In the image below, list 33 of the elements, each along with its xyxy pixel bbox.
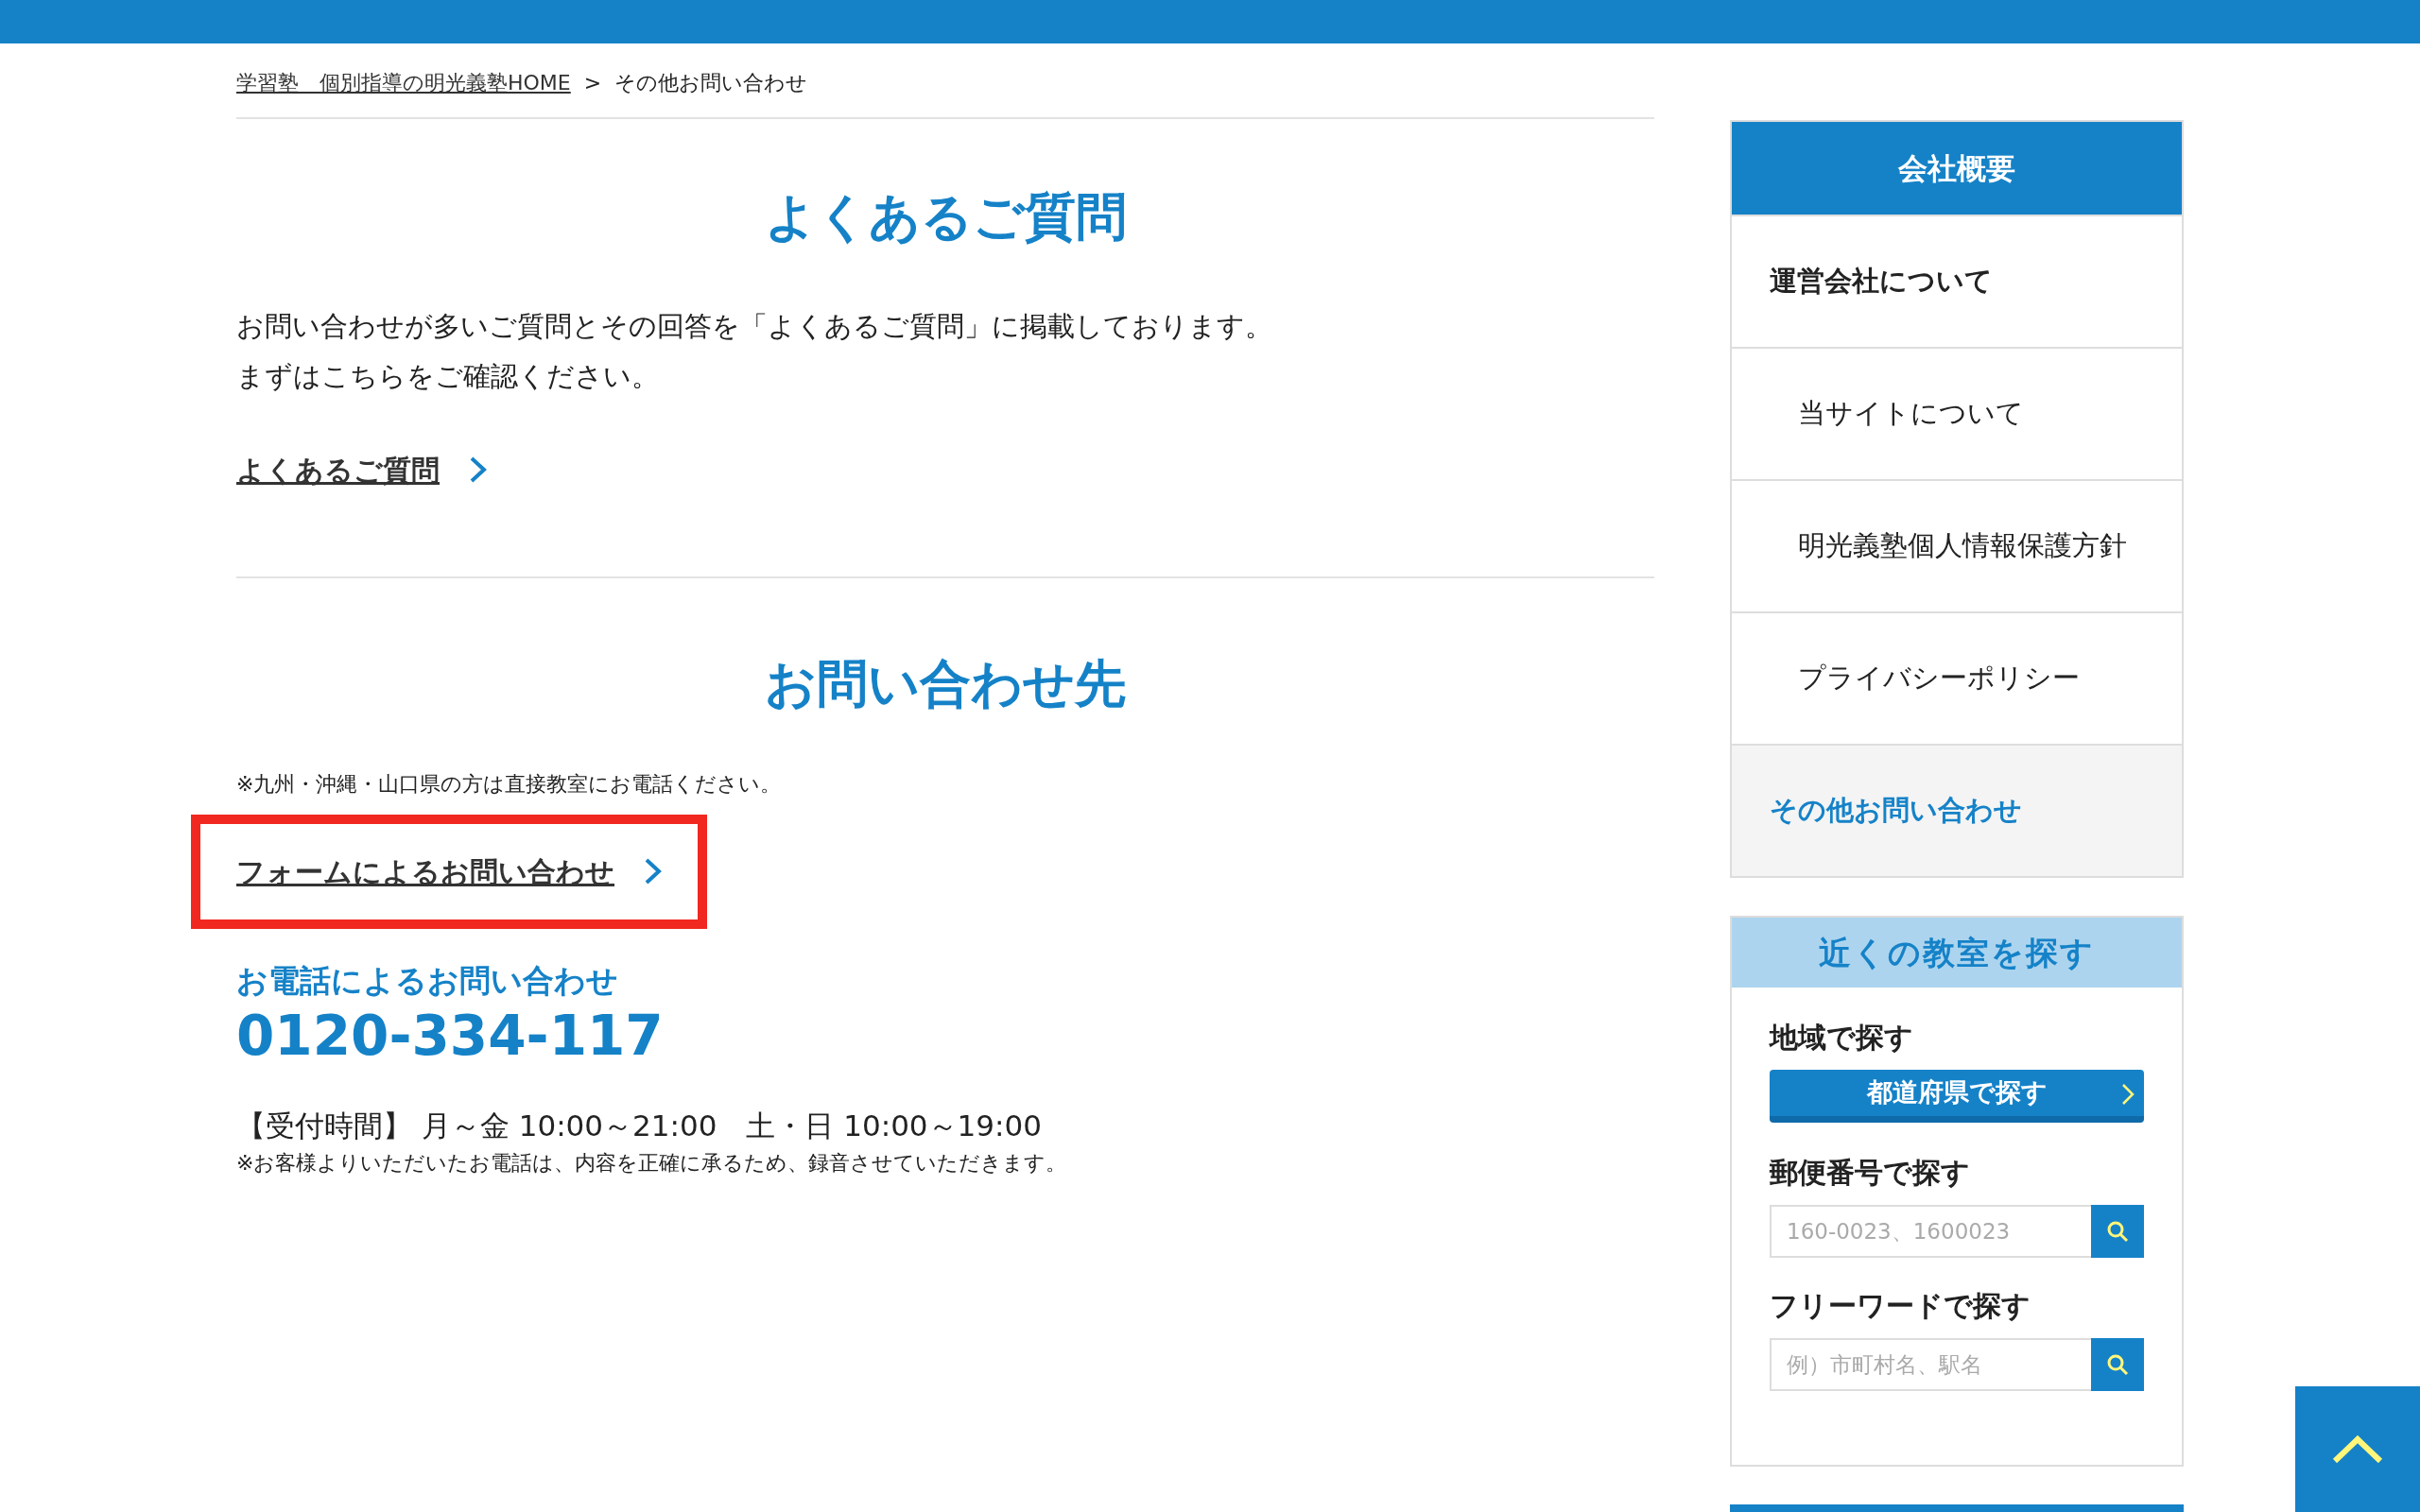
sidebar-item[interactable]: 明光義塾個人情報保護方針: [1732, 479, 2182, 611]
search-icon: [2106, 1220, 2129, 1243]
search-icon: [2106, 1353, 2129, 1376]
chevron-right-icon: [2121, 1083, 2135, 1106]
search-field[interactable]: 160-0023、1600023: [1770, 1205, 2091, 1258]
prefecture-button[interactable]: 都道府県で探す: [1770, 1070, 2144, 1123]
breadcrumb-link[interactable]: 学習塾 個別指導の明光義塾HOME: [236, 66, 571, 98]
section-title: お問い合わせ先: [764, 653, 1127, 715]
body-text: お問い合わせが多いご質問とその回答を「よくあるご質問」に掲載しております。: [236, 308, 1273, 344]
chevron-up-icon: [2331, 1434, 2384, 1465]
search-button[interactable]: [2091, 1205, 2144, 1258]
search-heading: フリーワードで探す: [1770, 1288, 2031, 1324]
hours-text: 【受付時間】 月～金 10:00～21:00 土・日 10:00～19:00: [236, 1107, 1043, 1144]
note-text: ※九州・沖縄・山口県の方は直接教室にお電話ください。: [236, 770, 783, 798]
back-to-top-button[interactable]: [2295, 1386, 2420, 1512]
sidebar-item[interactable]: その他お問い合わせ: [1732, 744, 2182, 876]
search-button[interactable]: [2091, 1338, 2144, 1391]
phone-heading: お電話によるお問い合わせ: [236, 960, 619, 1001]
search-heading: 郵便番号で探す: [1770, 1155, 1971, 1191]
panel-header: 近くの教室を探す: [1732, 918, 2182, 988]
panel-header: 会社概要: [1732, 122, 2182, 215]
search-field[interactable]: 例）市町村名、駅名: [1770, 1338, 2091, 1391]
note-text: ※お客様よりいただいたお電話は、内容を正確に承るため、録音させていただきます。: [236, 1150, 1068, 1177]
text-link[interactable]: フォームによるお問い合わせ: [236, 850, 614, 893]
section-title: よくあるご質問: [763, 187, 1128, 249]
sidebar-item[interactable]: 運営会社について: [1732, 215, 2182, 347]
text-link[interactable]: よくあるご質問: [236, 448, 440, 491]
search-heading: 地域で探す: [1770, 1020, 1914, 1056]
breadcrumb-current: その他お問い合わせ: [614, 69, 808, 96]
breadcrumb-separator: >: [583, 69, 602, 96]
sidebar-item[interactable]: 当サイトについて: [1732, 347, 2182, 479]
body-text: まずはこちらをご確認ください。: [236, 358, 660, 394]
phone-number: 0120-334-117: [236, 1004, 665, 1070]
